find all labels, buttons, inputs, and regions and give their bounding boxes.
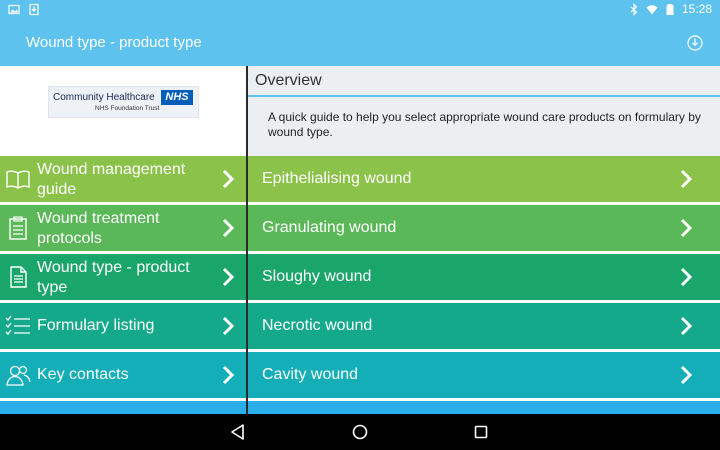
overview-divider [248,95,720,97]
chevron-right-icon [222,218,235,238]
chevron-right-icon [680,316,693,336]
overview-description: A quick guide to help you select appropr… [268,110,701,139]
wound-type-label: Necrotic wound [262,317,373,334]
wound-type-label: Granulating wound [262,219,397,236]
chevron-right-icon [680,218,693,238]
sidebar-item-partial[interactable] [0,401,246,414]
screen: 15:28 Wound type - product type Communit… [0,0,720,450]
chevron-right-icon [680,365,693,385]
sidebar-item-label: Formulary listing [37,317,155,334]
wifi-icon [646,4,658,14]
clipboard-icon [9,216,27,240]
chevron-right-icon [222,267,235,287]
wound-type-necrotic[interactable]: Necrotic wound [248,303,720,349]
status-bar: 15:28 [0,0,720,20]
chevron-right-icon [680,267,693,287]
sidebar-item-wound-type-product-type[interactable]: Wound type - product type [0,254,246,300]
back-icon[interactable] [229,423,247,441]
chevron-right-icon [222,365,235,385]
sidebar: Community Healthcare NHS NHS Foundation … [0,66,246,414]
download-icon[interactable] [686,34,704,52]
wound-type-epithelialising[interactable]: Epithelialising wound [248,156,720,202]
app-bar: Wound type - product type [0,20,720,66]
overview-panel: Overview A quick guide to help you selec… [248,66,720,156]
logo-name: Community Healthcare [53,92,155,103]
wound-type-label: Cavity wound [262,366,359,383]
sidebar-item-label: Wound type - product type [37,259,190,296]
sidebar-item-formulary-listing[interactable]: Formulary listing [0,303,246,349]
system-nav-bar [0,414,720,450]
logo-trust: NHS Foundation Trust [95,105,160,112]
wound-type-label: Epithelialising wound [262,170,412,187]
wound-type-granulating[interactable]: Granulating wound [248,205,720,251]
home-icon[interactable] [351,423,369,441]
page-title: Wound type - product type [26,34,202,51]
sidebar-item-label: Wound treatment protocols [37,210,160,247]
sidebar-item-label: Wound management guide [37,161,186,198]
download-notification-icon [29,3,39,16]
book-icon [6,170,30,189]
sidebar-item-key-contacts[interactable]: Key contacts [0,352,246,398]
chevron-right-icon [222,169,235,189]
wound-type-cavity[interactable]: Cavity wound [248,352,720,398]
chevron-right-icon [222,316,235,336]
wound-type-partial[interactable] [248,401,720,414]
wound-type-sloughy[interactable]: Sloughy wound [248,254,720,300]
logo-area: Community Healthcare NHS NHS Foundation … [0,66,246,156]
recents-icon[interactable] [472,423,490,441]
sidebar-item-wound-management-guide[interactable]: Wound management guide [0,156,246,202]
nhs-logo: NHS [161,90,193,105]
checklist-icon [5,315,30,335]
main-content: Overview A quick guide to help you selec… [248,66,720,414]
status-time: 15:28 [681,2,712,16]
image-icon [8,4,20,15]
wound-type-label: Sloughy wound [262,268,372,285]
contacts-icon [6,365,31,386]
sidebar-item-wound-treatment-protocols[interactable]: Wound treatment protocols [0,205,246,251]
chevron-right-icon [680,169,693,189]
overview-title: Overview [255,72,322,89]
organisation-logo: Community Healthcare NHS NHS Foundation … [48,86,199,118]
document-icon [10,266,27,288]
bluetooth-icon [630,2,638,16]
sidebar-item-label: Key contacts [37,366,129,383]
battery-icon [666,3,674,15]
